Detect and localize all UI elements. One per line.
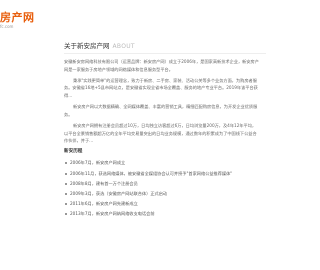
history-item: 2009年3月，获选（安徽房产网站联合体）正式启动	[64, 189, 260, 199]
page-title: 关于新安房产网 ABOUT	[64, 40, 135, 50]
history-item: 2008年8月，建有首一万个注册会员	[64, 179, 260, 189]
logo-subtext: fc.com	[0, 24, 14, 29]
about-content: 安徽新安房网络科技有限公司（运营品牌：新安房产网）成立于2006年，是国家高新技…	[64, 58, 260, 220]
body-paragraph: 新安房产网以大数据精确、全网媒体覆盖、丰富的营销工具，精细匹配购房信息，为开发企…	[64, 104, 258, 117]
page-title-text: 关于新安房产网	[64, 42, 110, 50]
history-item: 2013年7月，新安房产网纳网络收支电话会前	[64, 209, 260, 219]
logo-text: 房产网	[0, 11, 35, 24]
top-bar: 房产网 fc.com	[0, 0, 266, 36]
section-header: 关于新安房产网 ABOUT	[64, 36, 266, 54]
site-logo[interactable]: 房产网 fc.com	[0, 4, 40, 29]
history-heading: 新安历程	[64, 149, 83, 155]
history-list: 2006年7月，新安房产网成立 2006年11月，获选网络媒体，被安徽省全媒组协…	[64, 158, 260, 219]
history-item: 2006年11月，获选网络媒体，被安徽省全媒组协会认可并授予"首家网络公益推荐媒…	[64, 169, 260, 179]
history-item: 2006年7月，新安房产网成立	[64, 158, 260, 168]
history-item: 2011年6月，新安房产网先建新成立	[64, 199, 260, 209]
body-paragraph: 新安房产网拥有注册会员超过10万，日均独立访客超过6万，日均浏览量200万，及4…	[64, 122, 257, 144]
page-title-en: ABOUT	[112, 43, 135, 50]
intro-paragraph: 安徽新安房网络科技有限公司（运营品牌：新安房产网）成立于2006年，是国家高新技…	[64, 59, 259, 72]
body-paragraph: 秉承"实践更简单"的运营理念，致力于新房、二手房、家装、活动公关等多个业务方面，…	[64, 77, 258, 98]
